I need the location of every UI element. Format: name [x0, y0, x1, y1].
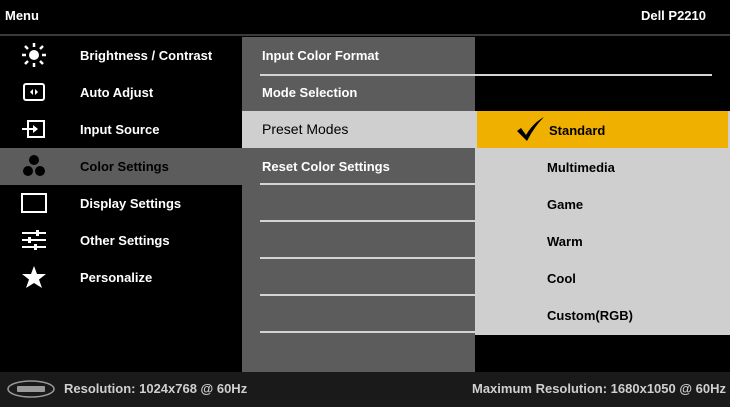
- submenu-item-mode-selection[interactable]: Mode Selection: [242, 74, 475, 111]
- sidebar-item-label: Auto Adjust: [80, 85, 154, 100]
- menu-title: Menu: [5, 8, 39, 23]
- monitor-model: Dell P2210: [640, 8, 706, 23]
- sidebar-item-input-source[interactable]: Input Source: [0, 111, 242, 148]
- option-label: Cool: [547, 271, 576, 286]
- sidebar-item-label: Input Source: [80, 122, 160, 137]
- submenu-empty-row: [242, 185, 475, 222]
- preset-option-game[interactable]: Game: [475, 185, 730, 222]
- sidebar-item-label: Personalize: [80, 270, 153, 285]
- preset-option-warm[interactable]: Warm: [475, 222, 730, 259]
- submenu-empty-row: [242, 222, 475, 259]
- sidebar-item-label: Display Settings: [80, 196, 182, 211]
- color-settings-icon: [20, 154, 48, 178]
- option-label: Custom(RGB): [547, 308, 633, 323]
- sidebar-item-label: Other Settings: [80, 233, 170, 248]
- divider: [260, 331, 475, 333]
- checkmark-icon: [515, 116, 545, 142]
- dell-logo-icon: [6, 380, 56, 398]
- submenu-item-reset-color-settings[interactable]: Reset Color Settings: [242, 148, 475, 185]
- option-label: Standard: [549, 123, 606, 138]
- current-resolution: Resolution: 1024x768 @ 60Hz: [64, 381, 248, 396]
- max-resolution: Maximum Resolution: 1680x1050 @ 60Hz: [472, 381, 726, 396]
- osd-header: Menu Dell P2210: [0, 0, 730, 36]
- preset-option-multimedia[interactable]: Multimedia: [475, 148, 730, 185]
- sidebar-item-personalize[interactable]: Personalize: [0, 259, 242, 296]
- preset-option-standard[interactable]: Standard: [477, 111, 728, 148]
- osd-footer: Resolution: 1024x768 @ 60Hz Maximum Reso…: [0, 372, 730, 407]
- option-label: Multimedia: [547, 160, 615, 175]
- submenu-item-preset-modes[interactable]: Preset Modes: [242, 111, 475, 148]
- star-icon: [20, 265, 48, 289]
- color-settings-submenu: Input Color Format Mode Selection Preset…: [242, 37, 475, 372]
- preset-option-custom-rgb[interactable]: Custom(RGB): [475, 296, 730, 333]
- display-settings-icon: [20, 191, 48, 215]
- sidebar-item-display-settings[interactable]: Display Settings: [0, 185, 242, 222]
- auto-adjust-icon: [20, 80, 48, 104]
- osd-menu: Menu Dell P2210 Brightness / Contrast Au…: [0, 0, 730, 407]
- option-label: Game: [547, 197, 584, 212]
- preset-option-cool[interactable]: Cool: [475, 259, 730, 296]
- option-label: Warm: [547, 234, 583, 249]
- sidebar-item-auto-adjust[interactable]: Auto Adjust: [0, 74, 242, 111]
- submenu-empty-row: [242, 296, 475, 333]
- submenu-empty-row: [242, 259, 475, 296]
- submenu-item-label: Mode Selection: [262, 85, 358, 100]
- preset-modes-options: Standard Multimedia Game Warm Cool Custo…: [475, 111, 730, 335]
- sidebar-item-label: Brightness / Contrast: [80, 48, 213, 63]
- divider: [260, 74, 712, 76]
- osd-sidebar: Brightness / Contrast Auto Adjust Input …: [0, 37, 242, 372]
- submenu-item-label: Input Color Format: [262, 48, 379, 63]
- sidebar-item-color-settings[interactable]: Color Settings: [0, 148, 242, 185]
- brightness-icon: [20, 43, 48, 67]
- sidebar-item-brightness-contrast[interactable]: Brightness / Contrast: [0, 37, 242, 74]
- sidebar-item-other-settings[interactable]: Other Settings: [0, 222, 242, 259]
- submenu-item-input-color-format[interactable]: Input Color Format: [242, 37, 475, 74]
- submenu-item-label: Reset Color Settings: [262, 159, 390, 174]
- sidebar-item-label: Color Settings: [80, 159, 169, 174]
- input-source-icon: [20, 117, 48, 141]
- other-settings-icon: [20, 228, 48, 252]
- submenu-item-label: Preset Modes: [262, 121, 349, 137]
